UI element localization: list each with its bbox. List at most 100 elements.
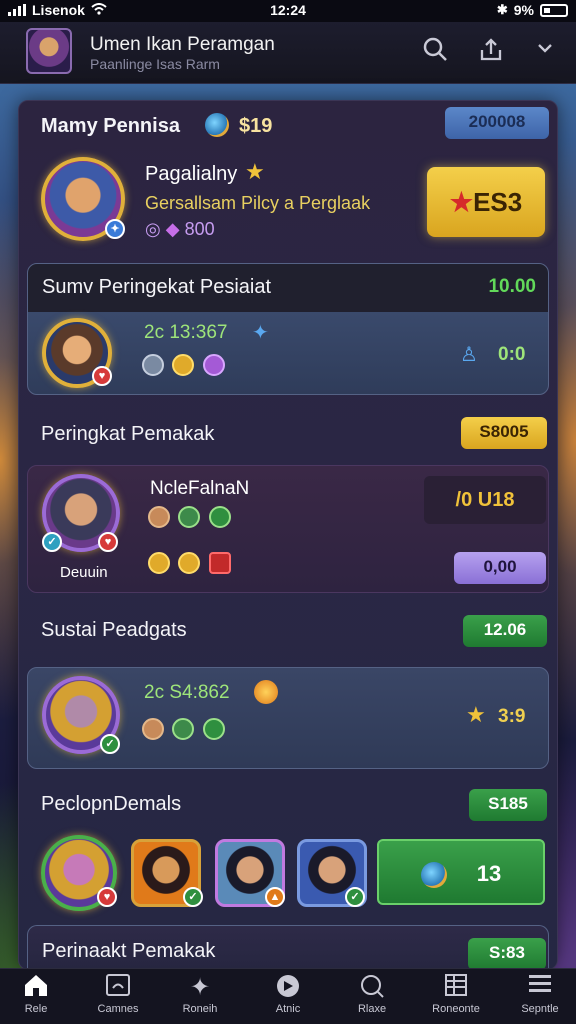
bottom-nav: Rele Camnes ✦ Roneih Atnic Rlaxe Roneont…: [0, 968, 576, 1024]
player-label: Mamy Pennisa: [41, 115, 180, 137]
nav-label: Rlaxe: [357, 1003, 387, 1015]
section-title: Sumv Peringekat Pesiaiat: [42, 276, 272, 298]
nav-item-search[interactable]: Rlaxe: [336, 973, 408, 1015]
gold-medal-icon: [148, 552, 170, 574]
search-icon[interactable]: [420, 36, 450, 66]
check-badge-icon: ✓: [100, 734, 120, 754]
gem-amount: 800: [184, 219, 215, 239]
star-icon: ★: [245, 159, 265, 184]
share-icon[interactable]: [476, 36, 506, 66]
gem-icon: ◆: [165, 219, 180, 239]
check-badge-icon: ✓: [183, 887, 203, 907]
heart-badge-icon: ♥: [92, 366, 112, 386]
compass-icon: [252, 973, 324, 1003]
chevron-down-icon[interactable]: [530, 36, 560, 66]
leaderboard-panel: Mamy Pennisa $19 200008 ✦ Pagalialny ★ G…: [18, 100, 558, 970]
nav-item-rewards[interactable]: ✦ Roneih: [164, 973, 236, 1015]
gem-circle-icon: ◎: [145, 219, 161, 239]
player-name: NcleFalnaN: [150, 478, 250, 499]
star-icon: ✦: [189, 974, 211, 1001]
section-title: Perinaakt Pemakak: [42, 940, 216, 962]
score-pill[interactable]: 200008: [445, 107, 549, 139]
nav-item-explore[interactable]: Atnic: [252, 973, 324, 1015]
battery-icon: [540, 3, 568, 17]
grid-icon: [420, 973, 492, 1003]
app-header: Umen Ikan Peramgan Paanlinge Isas Rarm: [0, 22, 576, 84]
battery-percent: 9%: [513, 2, 534, 18]
gold-medal-icon: [172, 354, 195, 376]
rank-right-value: 0:0: [498, 344, 526, 365]
shield-badge-icon: ✓: [42, 532, 62, 552]
section-pill[interactable]: S185: [469, 789, 547, 821]
shield-icon: [178, 506, 201, 528]
player-caption: Deuuin: [60, 564, 108, 581]
section-title: PeclopnDemals: [41, 793, 182, 815]
player-value: /0 U18: [424, 476, 546, 524]
fire-badge-icon: ♥: [98, 532, 118, 552]
face-icon: [148, 506, 170, 528]
player-medals: [148, 552, 235, 574]
section-ranking-card: Sumv Peringekat Pesiaiat 10.00 ♥ 2c 13:3…: [27, 263, 549, 395]
check-icon: [202, 718, 225, 740]
crystal-icon: ✦: [252, 322, 269, 344]
nav-item-games[interactable]: Camnes: [82, 973, 154, 1015]
status-time: 12:24: [270, 2, 306, 18]
claim-button-label: ES3: [473, 187, 523, 217]
nav-label: Atnic: [275, 1003, 301, 1015]
player-name: Pagalialny: [145, 163, 238, 185]
star-icon: ★: [466, 702, 486, 727]
globe-icon: [420, 862, 447, 889]
nav-label: Rele: [24, 1003, 48, 1015]
player-badges: [142, 718, 229, 740]
player-pill[interactable]: 0,00: [454, 552, 546, 584]
player-card: ✓ ♥ Deuuin NcleFalnaN /0 U18 0,00: [27, 465, 549, 593]
header-title: Umen Ikan Peramgan: [90, 34, 275, 55]
section-title: Sustai Peadgats: [41, 619, 187, 641]
header-subtitle: Paanlinge Isas Rarm: [90, 56, 220, 72]
section-pill[interactable]: S:83: [468, 938, 546, 970]
nav-label: Roneih: [182, 1003, 218, 1015]
profile-avatar[interactable]: [26, 28, 72, 74]
section-value: 10.00: [488, 276, 536, 297]
player-badges: [148, 506, 235, 528]
nav-label: Camnes: [97, 1003, 139, 1015]
heart-badge-icon: ♥: [97, 887, 117, 907]
menu-icon: [504, 973, 576, 1003]
purple-gem-icon: [202, 354, 225, 376]
medal-row: [142, 354, 229, 376]
screen-icon: [82, 973, 154, 1003]
nav-item-menu[interactable]: Sepntle: [504, 973, 576, 1015]
user-icon: ♙: [460, 344, 478, 366]
invite-button[interactable]: 13: [377, 839, 545, 905]
section-pill[interactable]: S8005: [461, 417, 547, 449]
home-icon: [0, 973, 72, 1003]
check-icon: [208, 506, 231, 528]
coin-icon: [205, 113, 229, 137]
gold-medal-icon: [178, 552, 201, 574]
nav-item-ranking[interactable]: Roneonte: [420, 973, 492, 1015]
invite-button-label: 13: [476, 861, 502, 886]
player-right-value: 3:9: [498, 706, 526, 727]
nav-label: Sepntle: [521, 1003, 559, 1015]
check-badge-icon: ✓: [345, 887, 365, 907]
section-card: Perinaakt Pemakak S:83: [27, 925, 549, 970]
section-title: Peringkat Pemakak: [41, 423, 215, 445]
bluetooth-icon: ✱: [496, 2, 508, 17]
level-badge-icon: ✦: [105, 219, 125, 239]
claim-button[interactable]: ★ES3: [427, 167, 545, 237]
section-pill[interactable]: 12.06: [463, 615, 547, 647]
rank-text: 2c 13:367: [144, 322, 228, 343]
status-bar: Lisenok 12:24 ✱ 9%: [0, 0, 576, 22]
coin-amount: $19: [239, 115, 273, 137]
player-rank-text: 2c S4:862: [144, 682, 230, 703]
sun-icon: [254, 680, 278, 704]
red-star-icon: ★: [449, 187, 474, 217]
fire-badge-icon: ▲: [265, 887, 285, 907]
gem-row: ◎ ◆ 800: [145, 219, 215, 240]
face-icon: [142, 718, 164, 740]
search-icon: [336, 973, 408, 1003]
nav-item-home[interactable]: Rele: [0, 973, 72, 1015]
player-description: Gersallsam Pilcy a Perglaak: [145, 193, 371, 213]
ruby-icon: [208, 552, 231, 574]
silver-medal-icon: [142, 354, 164, 376]
